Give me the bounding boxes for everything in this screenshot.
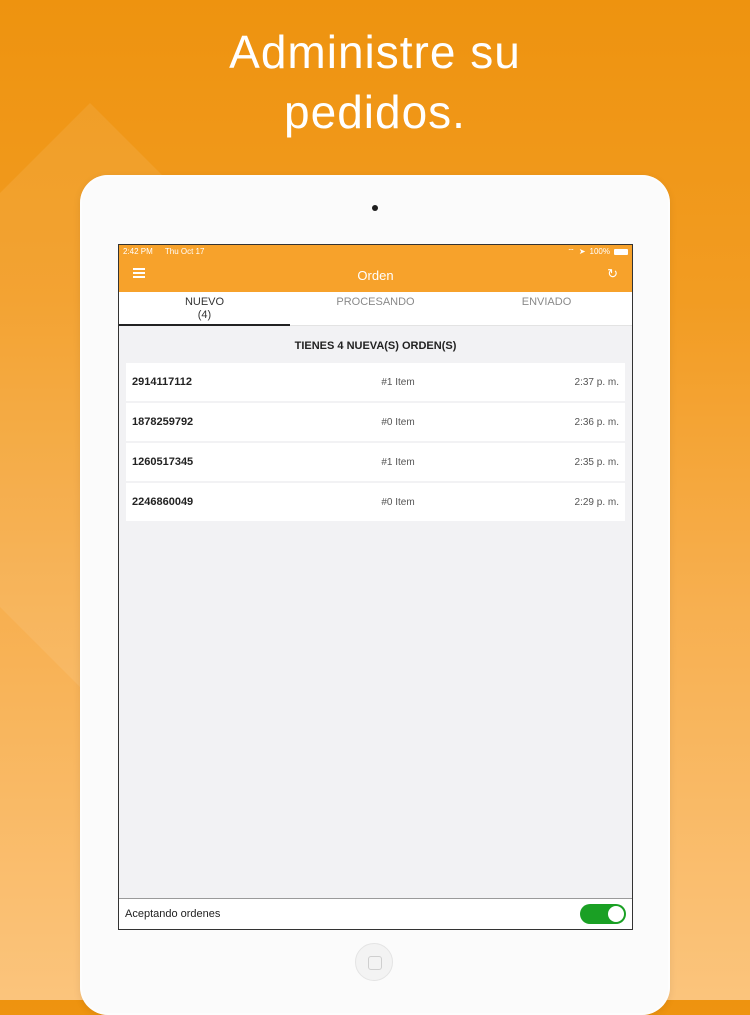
battery-icon bbox=[614, 249, 628, 255]
tab-nuevo[interactable]: NUEVO (4) bbox=[119, 292, 290, 325]
app-screen: 2:42 PM Thu Oct 17 ⌔ ➤ 100% Orden ↻ NUEV… bbox=[118, 244, 633, 930]
order-row[interactable]: 2246860049 #0 Item 2:29 p. m. bbox=[126, 483, 625, 521]
order-items: #0 Item bbox=[381, 496, 415, 508]
accepting-orders-bar: Aceptando ordenes bbox=[119, 898, 632, 929]
tab-bar: NUEVO (4) PROCESANDO ENVIADO bbox=[119, 292, 632, 326]
order-id: 2246860049 bbox=[132, 496, 194, 508]
active-tab-indicator bbox=[119, 324, 290, 326]
orders-list: 2914117112 #1 Item 2:37 p. m. 1878259792… bbox=[119, 363, 632, 521]
tab-enviado[interactable]: ENVIADO bbox=[461, 292, 632, 325]
toggle-knob bbox=[608, 906, 624, 922]
order-row[interactable]: 2914117112 #1 Item 2:37 p. m. bbox=[126, 363, 625, 401]
accepting-orders-toggle[interactable] bbox=[580, 904, 626, 924]
tab-procesando-label: PROCESANDO bbox=[336, 296, 415, 308]
order-row[interactable]: 1878259792 #0 Item 2:36 p. m. bbox=[126, 403, 625, 441]
order-time: 2:36 p. m. bbox=[574, 416, 619, 428]
headline-line-2: pedidos. bbox=[284, 86, 466, 138]
status-time: 2:42 PM bbox=[123, 247, 153, 256]
battery-percent: 100% bbox=[589, 247, 610, 256]
order-row[interactable]: 1260517345 #1 Item 2:35 p. m. bbox=[126, 443, 625, 481]
tab-nuevo-count: (4) bbox=[197, 309, 212, 321]
page-title: Orden bbox=[357, 268, 394, 283]
status-bar: 2:42 PM Thu Oct 17 ⌔ ➤ 100% bbox=[119, 245, 632, 259]
order-id: 1260517345 bbox=[132, 456, 194, 468]
home-button[interactable] bbox=[355, 943, 393, 981]
headline-line-1: Administre su bbox=[229, 26, 521, 78]
order-time: 2:35 p. m. bbox=[574, 456, 619, 468]
tab-nuevo-label: NUEVO bbox=[184, 296, 225, 308]
accepting-orders-label: Aceptando ordenes bbox=[125, 908, 221, 920]
order-items: #1 Item bbox=[381, 456, 415, 468]
refresh-icon[interactable]: ↻ bbox=[607, 266, 618, 282]
order-id: 2914117112 bbox=[132, 376, 192, 388]
location-icon: ➤ bbox=[578, 247, 586, 256]
headline: Administre su pedidos. bbox=[0, 22, 750, 142]
order-items: #0 Item bbox=[381, 416, 415, 428]
order-time: 2:29 p. m. bbox=[574, 496, 619, 508]
order-time: 2:37 p. m. bbox=[574, 376, 619, 388]
order-items: #1 Item bbox=[381, 376, 415, 388]
status-date: Thu Oct 17 bbox=[164, 247, 205, 256]
tab-procesando[interactable]: PROCESANDO bbox=[290, 292, 461, 325]
order-id: 1878259792 bbox=[132, 416, 194, 428]
tab-enviado-label: ENVIADO bbox=[521, 296, 572, 308]
nav-bar: Orden ↻ bbox=[119, 259, 632, 292]
camera-dot bbox=[372, 205, 378, 211]
orders-summary: TIENES 4 NUEVA(S) ORDEN(S) bbox=[294, 340, 457, 352]
wifi-icon: ⌔ bbox=[567, 247, 575, 256]
app-header: 2:42 PM Thu Oct 17 ⌔ ➤ 100% Orden ↻ bbox=[119, 245, 632, 292]
tablet-frame: 2:42 PM Thu Oct 17 ⌔ ➤ 100% Orden ↻ NUEV… bbox=[80, 175, 670, 1015]
